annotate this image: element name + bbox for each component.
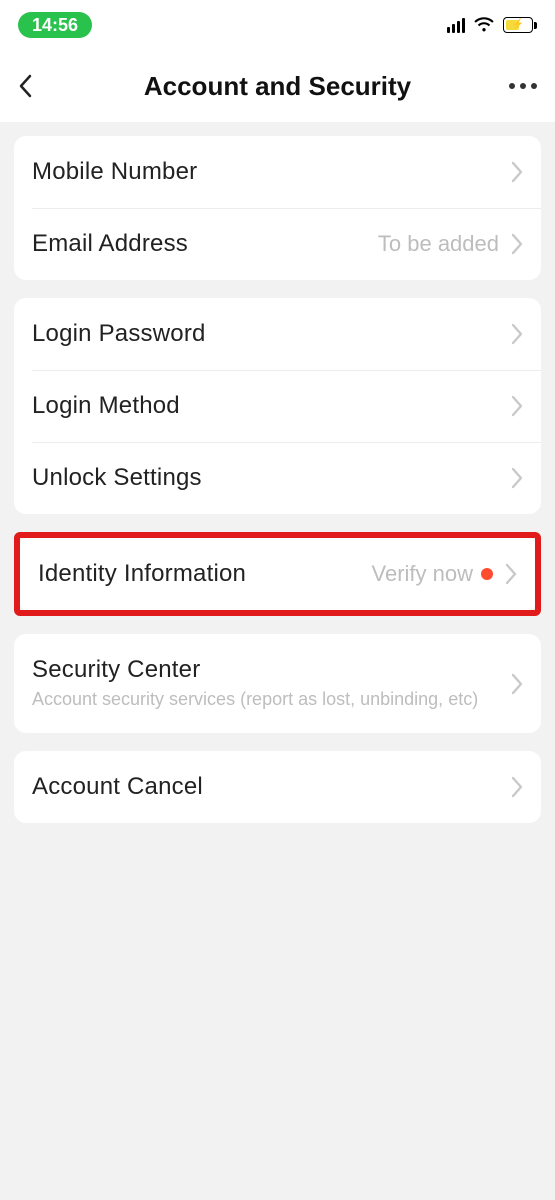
settings-group-security: Security Center Account security service… bbox=[14, 634, 541, 733]
page-title: Account and Security bbox=[62, 71, 493, 102]
row-login-password[interactable]: Login Password bbox=[14, 298, 541, 370]
wifi-icon bbox=[473, 17, 495, 33]
back-button[interactable] bbox=[18, 74, 62, 98]
settings-group-identity: Identity Information Verify now bbox=[20, 538, 535, 610]
status-icons: ⚡ bbox=[447, 17, 537, 33]
more-button[interactable] bbox=[493, 83, 537, 89]
status-time: 14:56 bbox=[18, 12, 92, 38]
row-label: Security Center bbox=[32, 656, 499, 684]
row-unlock-settings[interactable]: Unlock Settings bbox=[14, 442, 541, 514]
chevron-right-icon bbox=[511, 323, 523, 345]
notification-dot-icon bbox=[481, 568, 493, 580]
chevron-right-icon bbox=[511, 395, 523, 417]
chevron-right-icon bbox=[511, 673, 523, 695]
chevron-right-icon bbox=[511, 776, 523, 798]
chevron-left-icon bbox=[18, 74, 32, 98]
row-label: Account Cancel bbox=[32, 773, 499, 801]
row-label: Login Method bbox=[32, 392, 499, 420]
row-label: Identity Information bbox=[38, 560, 360, 588]
chevron-right-icon bbox=[505, 563, 517, 585]
row-label: Mobile Number bbox=[32, 158, 487, 186]
signal-icon bbox=[447, 17, 465, 33]
settings-group-contact: Mobile Number Email Address To be added bbox=[14, 136, 541, 280]
content: Mobile Number Email Address To be added … bbox=[0, 122, 555, 823]
row-value: To be added bbox=[378, 231, 499, 257]
chevron-right-icon bbox=[511, 161, 523, 183]
row-identity-information[interactable]: Identity Information Verify now bbox=[20, 538, 535, 610]
row-account-cancel[interactable]: Account Cancel bbox=[14, 751, 541, 823]
more-icon bbox=[509, 83, 537, 89]
row-label: Login Password bbox=[32, 320, 499, 348]
navbar: Account and Security bbox=[0, 50, 555, 122]
row-value-text: Verify now bbox=[372, 561, 474, 587]
row-security-center[interactable]: Security Center Account security service… bbox=[14, 634, 541, 733]
row-email-address[interactable]: Email Address To be added bbox=[14, 208, 541, 280]
chevron-right-icon bbox=[511, 467, 523, 489]
chevron-right-icon bbox=[511, 233, 523, 255]
settings-group-login: Login Password Login Method Unlock Setti… bbox=[14, 298, 541, 514]
settings-group-account: Account Cancel bbox=[14, 751, 541, 823]
row-sublabel: Account security services (report as los… bbox=[32, 688, 499, 711]
row-login-method[interactable]: Login Method bbox=[14, 370, 541, 442]
highlight-box: Identity Information Verify now bbox=[14, 532, 541, 616]
row-value: Verify now bbox=[372, 561, 494, 587]
row-label: Email Address bbox=[32, 230, 366, 258]
row-label: Unlock Settings bbox=[32, 464, 499, 492]
status-bar: 14:56 ⚡ bbox=[0, 0, 555, 50]
row-mobile-number[interactable]: Mobile Number bbox=[14, 136, 541, 208]
battery-icon: ⚡ bbox=[503, 17, 537, 33]
